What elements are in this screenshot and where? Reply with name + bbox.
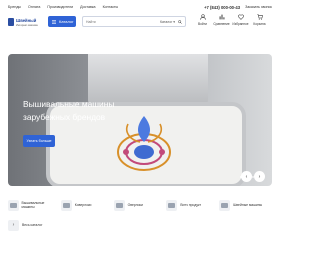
logo-mark-icon <box>8 18 14 26</box>
banner-more-button[interactable]: Узнать больше <box>23 135 55 147</box>
cart-button[interactable]: Корзина <box>252 14 267 26</box>
chevron-left-icon: ‹ <box>245 173 248 180</box>
nav-link-payment[interactable]: Оплата <box>28 5 40 9</box>
header-icons: Войти Сравнение Избранное Корзина <box>195 14 271 26</box>
slider-prev-button[interactable]: ‹ <box>241 171 252 182</box>
search-icon[interactable] <box>178 19 182 24</box>
page: Бренды Оплата Производители Доставка Кон… <box>0 0 280 280</box>
category-item[interactable]: Коверлоки <box>60 195 110 215</box>
user-icon <box>199 14 206 20</box>
category-label: Вышивальные машины <box>21 201 45 209</box>
search-category-select[interactable]: Каталог ▾ <box>160 20 175 24</box>
category-item[interactable]: Швейные машины <box>219 195 268 215</box>
logo[interactable]: Швейный Интернет-магазин <box>8 17 38 31</box>
nav-link-manufacturers[interactable]: Производители <box>47 5 73 9</box>
top-nav: Бренды Оплата Производители Доставка Кон… <box>0 0 280 14</box>
logo-subtitle: Интернет-магазин <box>16 24 38 27</box>
category-label: Витч продукт <box>180 203 202 207</box>
nav-link-brands[interactable]: Бренды <box>8 5 21 9</box>
callback-link[interactable]: Заказать звонок <box>245 5 272 9</box>
banner-title: Вышивальные машины зарубежных брендов <box>23 99 115 123</box>
header: Швейный Интернет-магазин Каталог Каталог… <box>0 14 280 38</box>
embroidery-machine-thumbnail <box>8 199 19 211</box>
nav-link-contacts[interactable]: Контакты <box>103 5 119 9</box>
catalog-button-label: Каталог <box>59 19 74 24</box>
heart-icon <box>237 14 244 20</box>
sewing-machine-thumbnail <box>219 199 231 211</box>
overlock-thumbnail <box>113 199 125 211</box>
arrow-right-icon: › <box>8 219 19 231</box>
category-label: Оверлоки <box>127 203 143 207</box>
cart-label: Корзина <box>253 22 266 26</box>
logo-title: Швейный <box>16 18 37 23</box>
compare-button[interactable]: Сравнение <box>213 14 230 26</box>
phone-number[interactable]: +7 (843) 000-00-43 <box>204 5 240 10</box>
category-label: Швейные машины <box>233 203 263 207</box>
category-item[interactable]: Вышивальные машины <box>8 195 57 215</box>
contact-block: +7 (843) 000-00-43 Заказать звонок <box>204 5 272 10</box>
login-label: Войти <box>198 22 207 26</box>
favorites-button[interactable]: Избранное <box>232 14 249 26</box>
coverlock-thumbnail <box>60 199 72 211</box>
slider-next-button[interactable]: › <box>254 171 265 182</box>
all-categories-label: Весь каталог <box>22 223 43 227</box>
search-bar: Каталог ▾ <box>82 16 186 27</box>
search-input[interactable] <box>86 19 161 24</box>
compare-icon <box>219 14 224 20</box>
category-item[interactable]: Оверлоки <box>113 195 163 215</box>
all-categories-link[interactable]: › Весь каталог <box>8 215 58 235</box>
menu-icon <box>52 19 56 24</box>
hero-banner[interactable]: Вышивальные машины зарубежных брендов Уз… <box>8 54 272 186</box>
cart-icon <box>256 14 263 20</box>
category-item[interactable]: Витч продукт <box>166 195 215 215</box>
product-thumbnail <box>166 199 178 211</box>
category-label: Коверлоки <box>74 203 92 207</box>
category-list: Вышивальные машины Коверлоки Оверлоки Ви… <box>8 195 272 215</box>
compare-label: Сравнение <box>213 22 230 26</box>
favorites-label: Избранное <box>232 22 249 26</box>
nav-link-delivery[interactable]: Доставка <box>80 5 95 9</box>
chevron-right-icon: › <box>258 173 261 180</box>
login-button[interactable]: Войти <box>195 14 210 26</box>
catalog-button[interactable]: Каталог <box>48 16 76 27</box>
